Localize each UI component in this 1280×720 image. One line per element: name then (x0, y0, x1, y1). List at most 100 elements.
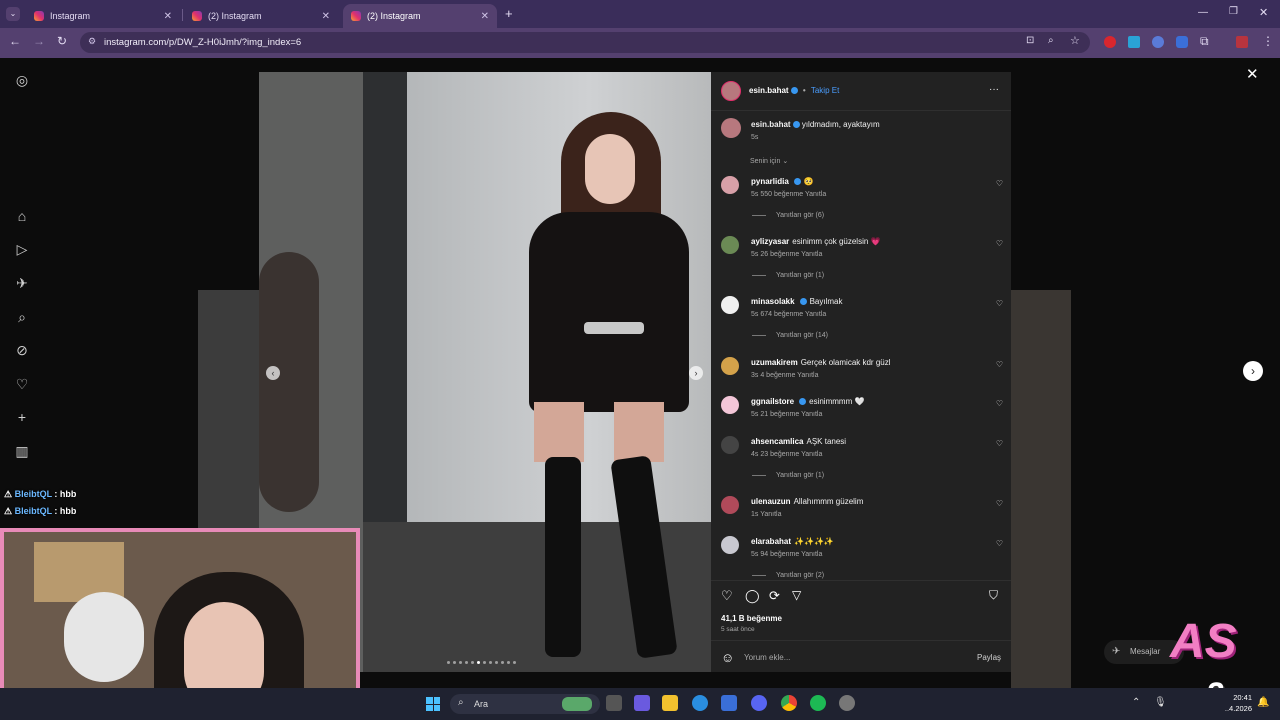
commenter-avatar[interactable] (721, 536, 739, 554)
forward-icon[interactable]: → (33, 34, 45, 48)
view-replies-link[interactable]: Yanıtları gör (6) (752, 212, 824, 219)
chrome-icon[interactable] (781, 695, 797, 711)
post-comment-button[interactable]: Paylaş (977, 653, 1001, 662)
comment-meta[interactable]: 3s 4 beğenme Yanıtla (751, 372, 818, 379)
commenter-username[interactable]: pynarlidia (751, 177, 789, 186)
bookmark-star-icon[interactable]: ☆ (1070, 34, 1080, 47)
commenter-avatar[interactable] (721, 436, 739, 454)
carousel-next-button[interactable]: › (689, 366, 703, 380)
install-app-icon[interactable]: ⊡ (1026, 35, 1034, 46)
commenter-avatar[interactable] (721, 176, 739, 194)
search-icon[interactable]: ⌕ (14, 309, 30, 325)
tab-instagram-3[interactable]: (2) Instagram ✕ (343, 4, 497, 28)
comment-bubble-icon[interactable]: ◯ (745, 588, 760, 604)
tab-instagram-2[interactable]: (2) Instagram ✕ (184, 4, 338, 28)
save-bookmark-icon[interactable]: ⛉ (989, 588, 998, 603)
home-icon[interactable]: ⌂ (14, 208, 30, 224)
commenter-username[interactable]: elarabahat (751, 537, 791, 546)
clock-time[interactable]: 20:41 (1232, 693, 1252, 702)
like-heart-icon[interactable]: ♡ (721, 588, 733, 604)
shield-extension-icon[interactable] (1176, 36, 1188, 48)
reels-icon[interactable]: ▷ (14, 241, 30, 257)
carousel-prev-button[interactable]: ‹ (266, 366, 280, 380)
site-info-icon[interactable]: ⚙ (88, 36, 96, 47)
comment-meta[interactable]: 5s 550 beğenme Yanıtla (751, 191, 826, 198)
browser-menu-icon[interactable]: ⋮ (1262, 34, 1274, 48)
create-icon[interactable]: + (14, 409, 30, 425)
emoji-icon[interactable]: ☺ (721, 650, 734, 665)
reload-icon[interactable]: ↻ (57, 34, 67, 48)
audio-extension-icon[interactable] (1152, 36, 1164, 48)
likes-count[interactable]: 41,1 B beğenme (721, 614, 782, 623)
tray-chevron-icon[interactable]: ⌃ (1132, 697, 1140, 708)
taskbar-search[interactable]: ⌕ Ara (450, 694, 600, 714)
store-icon[interactable] (721, 695, 737, 711)
comment-meta[interactable]: 5s 94 beğenme Yanıtla (751, 551, 822, 558)
commenter-username[interactable]: uzumakirem (751, 358, 798, 367)
commenter-username[interactable]: ulenauzun (751, 497, 791, 506)
zoom-icon[interactable]: ⌕ (1048, 35, 1054, 46)
edge-icon[interactable] (692, 695, 708, 711)
copilot-icon[interactable] (634, 695, 650, 711)
view-replies-link[interactable]: Yanıtları gör (2) (752, 572, 824, 579)
comment-meta[interactable]: 5s 674 beğenme Yanıtla (751, 311, 826, 318)
share-send-icon[interactable]: ▽ (792, 588, 801, 602)
commenter-username[interactable]: ahsencamlica (751, 437, 803, 446)
spotify-icon[interactable] (810, 695, 826, 711)
windows-start-icon[interactable] (426, 697, 440, 711)
comment-meta[interactable]: 4s 23 beğenme Yanıtla (751, 451, 822, 458)
comment-meta[interactable]: 5s 21 beğenme Yanıtla (751, 411, 822, 418)
instagram-logo-icon[interactable]: ◎ (14, 72, 30, 88)
repost-icon[interactable]: ⟳ (769, 588, 780, 604)
comment-meta[interactable]: 5s 26 beğenme Yanıtla (751, 251, 822, 258)
view-replies-link[interactable]: Yanıtları gör (14) (752, 332, 828, 339)
obs-icon[interactable] (839, 695, 855, 711)
comment-meta[interactable]: 1s Yanıtla (751, 511, 782, 518)
address-bar[interactable]: ⚙ instagram.com/p/DW_Z-H0iJmh/?img_index… (80, 32, 1090, 53)
tab-close-icon[interactable]: ✕ (322, 11, 330, 22)
notifications-heart-icon[interactable]: ♡ (14, 376, 30, 392)
direct-messages-icon[interactable]: ✈ (14, 275, 30, 291)
explore-icon[interactable]: ⊘ (14, 342, 30, 358)
comment-like-icon[interactable]: ♡ (996, 539, 1003, 548)
commenter-avatar[interactable] (721, 236, 739, 254)
extensions-puzzle-icon[interactable]: ⧉ (1200, 34, 1209, 49)
next-post-button[interactable]: › (1243, 361, 1263, 381)
close-modal-icon[interactable]: ✕ (1246, 65, 1259, 83)
extension-icon[interactable] (1104, 36, 1116, 48)
comment-like-icon[interactable]: ♡ (996, 439, 1003, 448)
commenter-avatar[interactable] (721, 396, 739, 414)
commenter-avatar[interactable] (721, 496, 739, 514)
tab-instagram-1[interactable]: Instagram ✕ (26, 4, 180, 28)
profile-avatar[interactable] (1236, 36, 1248, 48)
commenter-username[interactable]: ggnailstore (751, 397, 794, 406)
comment-input[interactable]: Yorum ekle... (744, 653, 790, 662)
comment-like-icon[interactable]: ♡ (996, 299, 1003, 308)
comment-like-icon[interactable]: ♡ (996, 179, 1003, 188)
new-tab-button[interactable]: + (505, 6, 513, 21)
tab-close-icon[interactable]: ✕ (481, 11, 489, 22)
task-view-icon[interactable] (606, 695, 622, 711)
tab-close-icon[interactable]: ✕ (164, 11, 172, 22)
tab-search-button[interactable]: ⌄ (6, 7, 20, 21)
view-replies-link[interactable]: Yanıtları gör (1) (752, 472, 824, 479)
commenter-avatar[interactable] (721, 296, 739, 314)
clock-date[interactable]: ..4.2026 (1222, 704, 1252, 713)
comment-like-icon[interactable]: ♡ (996, 399, 1003, 408)
file-explorer-icon[interactable] (662, 695, 678, 711)
commenter-username[interactable]: minasolakk (751, 297, 795, 306)
comment-like-icon[interactable]: ♡ (996, 239, 1003, 248)
commenter-avatar[interactable] (721, 357, 739, 375)
comment-like-icon[interactable]: ♡ (996, 499, 1003, 508)
view-replies-link[interactable]: Yanıtları gör (1) (752, 272, 824, 279)
minimize-button[interactable]: — (1198, 7, 1208, 18)
microphone-icon[interactable]: 🎙 (1154, 697, 1167, 708)
close-window-button[interactable]: ✕ (1259, 6, 1268, 19)
translate-extension-icon[interactable] (1128, 36, 1140, 48)
restore-button[interactable]: ❐ (1229, 6, 1238, 17)
back-icon[interactable]: ← (9, 34, 21, 48)
discord-icon[interactable] (751, 695, 767, 711)
dashboard-icon[interactable]: ▥ (14, 443, 30, 459)
notification-bell-icon[interactable]: 🔔 (1257, 697, 1269, 708)
comment-like-icon[interactable]: ♡ (996, 360, 1003, 369)
